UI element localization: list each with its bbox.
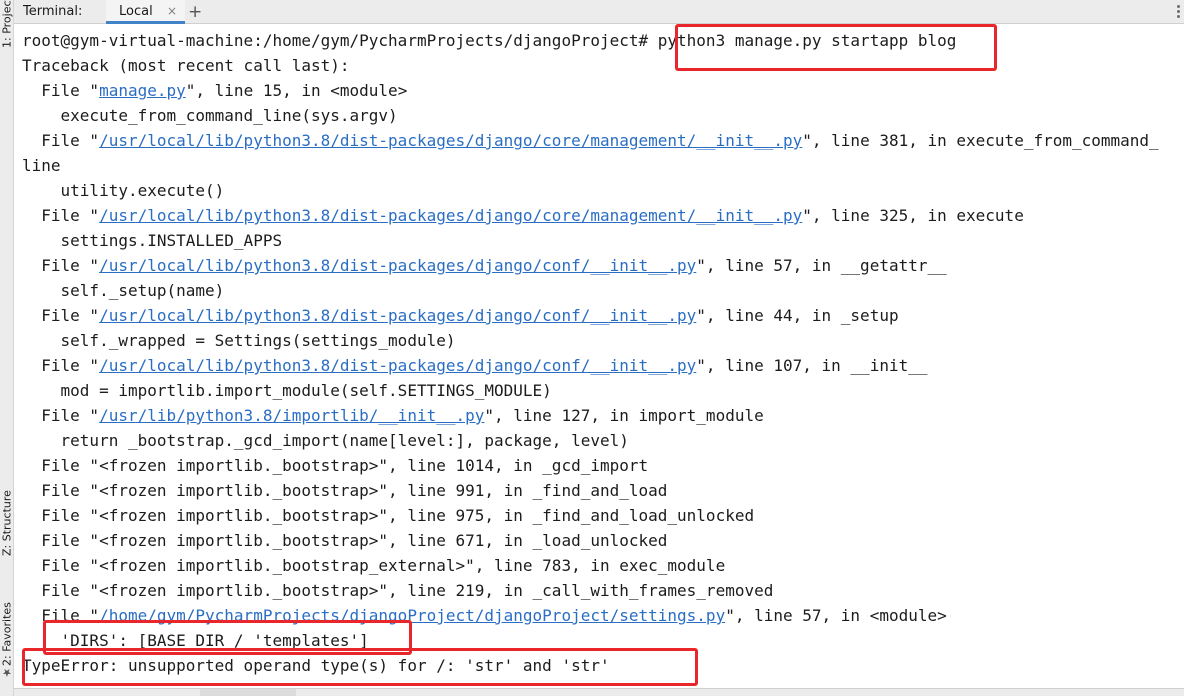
terminal-line: File "manage.py", line 15, in <module>: [22, 78, 1184, 103]
structure-tool-label: Z: Structure: [0, 490, 14, 556]
terminal-line: self._setup(name): [22, 278, 1184, 303]
terminal-line: execute_from_command_line(sys.argv): [22, 103, 1184, 128]
terminal-text: return _bootstrap._gcd_import(name[level…: [22, 431, 629, 450]
terminal-title: Terminal:: [23, 4, 83, 19]
terminal-line: File "/usr/local/lib/python3.8/dist-pack…: [22, 128, 1184, 153]
favorites-tool-button[interactable]: ★ 2: Favorites: [0, 586, 14, 682]
terminal-text: File "<frozen importlib._bootstrap>", li…: [22, 506, 755, 525]
terminal-line: Traceback (most recent call last):: [22, 53, 1184, 78]
file-path-link[interactable]: /usr/local/lib/python3.8/dist-packages/d…: [99, 131, 802, 150]
terminal-line: File "<frozen importlib._bootstrap>", li…: [22, 528, 1184, 553]
terminal-text: ", line 57, in <module>: [725, 606, 947, 625]
terminal-line: File "<frozen importlib._bootstrap>", li…: [22, 453, 1184, 478]
terminal-text: File "<frozen importlib._bootstrap>", li…: [22, 481, 668, 500]
file-path-link[interactable]: /usr/lib/python3.8/importlib/__init__.py: [99, 406, 484, 425]
terminal-line: File "<frozen importlib._bootstrap>", li…: [22, 478, 1184, 503]
terminal-line: File "/usr/local/lib/python3.8/dist-pack…: [22, 303, 1184, 328]
terminal-text: File ": [22, 131, 100, 150]
project-tool-label: 1: Project: [0, 0, 14, 48]
terminal-text: File ": [22, 81, 100, 100]
terminal-tab-bar: Terminal: Local × +: [14, 0, 1184, 24]
terminal-text: Traceback (most recent call last):: [22, 56, 350, 75]
terminal-text: line: [22, 156, 61, 175]
vertical-ellipsis-icon[interactable]: [1174, 4, 1184, 18]
terminal-text: File ": [22, 206, 100, 225]
terminal-line: File "/usr/local/lib/python3.8/dist-pack…: [22, 353, 1184, 378]
tab-local-label: Local: [119, 4, 153, 19]
file-path-link[interactable]: /usr/local/lib/python3.8/dist-packages/d…: [99, 306, 696, 325]
left-tool-stripe: 1: Project Z: Structure ★ 2: Favorites: [0, 0, 14, 696]
terminal-text: File ": [22, 306, 100, 325]
terminal-text: ", line 107, in __init__: [696, 356, 928, 375]
terminal-text: File "<frozen importlib._bootstrap>", li…: [22, 581, 774, 600]
terminal-text: ", line 44, in _setup: [696, 306, 899, 325]
annotation-box-command: [675, 24, 997, 71]
terminal-line: File "/usr/local/lib/python3.8/dist-pack…: [22, 253, 1184, 278]
terminal-line: return _bootstrap._gcd_import(name[level…: [22, 428, 1184, 453]
tab-local[interactable]: Local ×: [106, 0, 185, 24]
terminal-text: File ": [22, 406, 100, 425]
terminal-text: ", line 57, in __getattr__: [696, 256, 947, 275]
terminal-text: File "<frozen importlib._bootstrap>", li…: [22, 531, 668, 550]
structure-tool-button[interactable]: Z: Structure: [0, 480, 14, 556]
terminal-text: settings.INSTALLED_APPS: [22, 231, 283, 250]
terminal-text: self._wrapped = Settings(settings_module…: [22, 331, 456, 350]
terminal-text: ", line 381, in execute_from_command_: [802, 131, 1159, 150]
bottom-tool-bar: [14, 688, 1184, 696]
terminal-text: mod = importlib.import_module(self.SETTI…: [22, 381, 552, 400]
terminal-text: File ": [22, 256, 100, 275]
terminal-line: line: [22, 153, 1184, 178]
terminal-line: File "/usr/lib/python3.8/importlib/__ini…: [22, 403, 1184, 428]
terminal-text: File "<frozen importlib._bootstrap_exter…: [22, 556, 726, 575]
star-icon: ★: [0, 666, 14, 679]
terminal-text: ", line 325, in execute: [802, 206, 1024, 225]
terminal-text: ", line 127, in import_module: [484, 406, 764, 425]
annotation-box-error: [22, 648, 698, 686]
terminal-line: root@gym-virtual-machine:/home/gym/Pycha…: [22, 28, 1184, 53]
terminal-line: File "<frozen importlib._bootstrap>", li…: [22, 503, 1184, 528]
close-icon[interactable]: ×: [167, 4, 177, 18]
file-path-link[interactable]: /usr/local/lib/python3.8/dist-packages/d…: [99, 256, 696, 275]
file-path-link[interactable]: /usr/local/lib/python3.8/dist-packages/d…: [99, 206, 802, 225]
terminal-text: File ": [22, 356, 100, 375]
terminal-line: File "<frozen importlib._bootstrap>", li…: [22, 578, 1184, 603]
project-tool-button[interactable]: 1: Project: [0, 0, 14, 48]
terminal-line: self._wrapped = Settings(settings_module…: [22, 328, 1184, 353]
favorites-tool-label: 2: Favorites: [0, 602, 14, 666]
terminal-line: mod = importlib.import_module(self.SETTI…: [22, 378, 1184, 403]
terminal-line: File "<frozen importlib._bootstrap_exter…: [22, 553, 1184, 578]
terminal-line: File "/usr/local/lib/python3.8/dist-pack…: [22, 203, 1184, 228]
terminal-line: utility.execute(): [22, 178, 1184, 203]
terminal-text: self._setup(name): [22, 281, 225, 300]
bottom-terminal-tab[interactable]: [200, 689, 296, 696]
add-tab-icon[interactable]: +: [188, 2, 202, 22]
file-path-link[interactable]: /usr/local/lib/python3.8/dist-packages/d…: [99, 356, 696, 375]
terminal-text: File "<frozen importlib._bootstrap>", li…: [22, 456, 649, 475]
terminal-output[interactable]: root@gym-virtual-machine:/home/gym/Pycha…: [22, 28, 1184, 678]
file-path-link[interactable]: manage.py: [99, 81, 186, 100]
terminal-text: utility.execute(): [22, 181, 225, 200]
terminal-line: settings.INSTALLED_APPS: [22, 228, 1184, 253]
terminal-text: execute_from_command_line(sys.argv): [22, 106, 398, 125]
terminal-text: ", line 15, in <module>: [185, 81, 408, 100]
